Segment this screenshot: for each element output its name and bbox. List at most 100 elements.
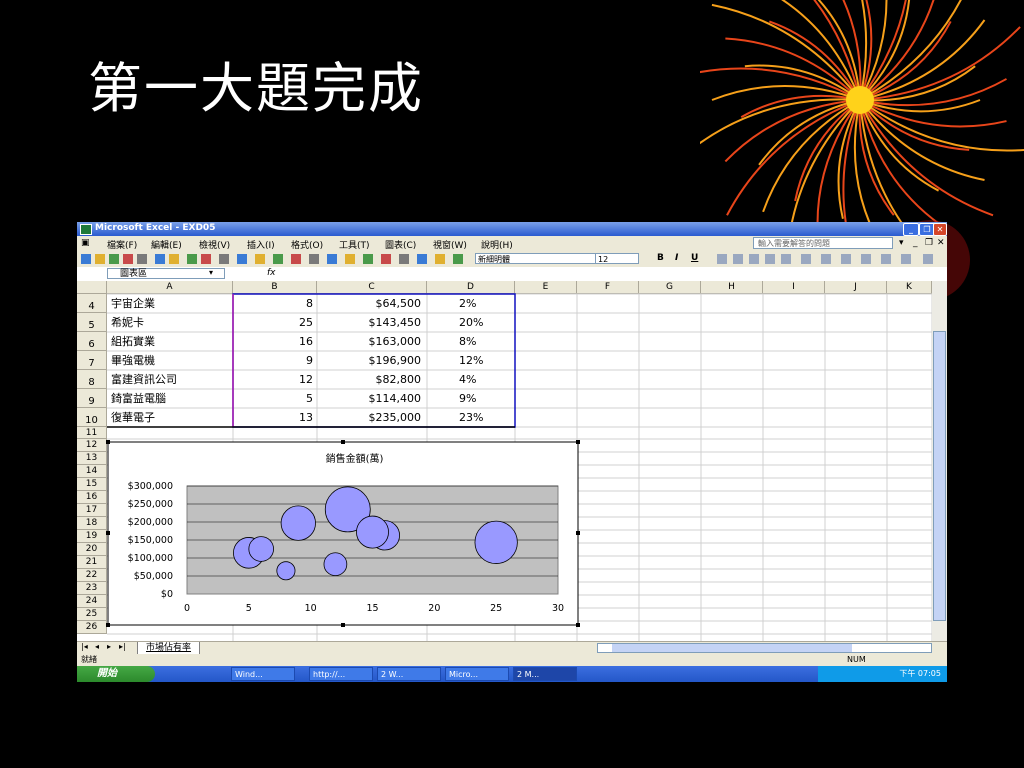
toolbar-icon[interactable] [309, 254, 319, 264]
toolbar-format-icon[interactable] [841, 254, 851, 264]
menu-view[interactable]: 檢視(V) [199, 238, 230, 251]
toolbar-format-icon[interactable] [861, 254, 871, 264]
chart-area: 銷售金額(萬) $300,000 $250,000 $200,000 $150,000 $… [106, 440, 580, 627]
worksheet-grid[interactable]: A B C D E F G H I J K 4 5 6 7 8 9 10 11 … [77, 281, 932, 641]
taskbar-item-active[interactable]: 2 M... [513, 667, 577, 681]
x-tick-label: 20 [428, 603, 440, 614]
y-tick-label: $100,000 [128, 553, 173, 564]
menu-insert[interactable]: 插入(I) [247, 238, 275, 251]
sheet-nav-last-icon[interactable]: ▸| [119, 642, 126, 651]
toolbar-icon[interactable] [109, 254, 119, 264]
menu-chart[interactable]: 圖表(C) [385, 238, 416, 251]
title-bar: Microsoft Excel - EXD05 _ ❐ ✕ [77, 222, 947, 236]
toolbar-icon[interactable] [399, 254, 409, 264]
status-ready: 就緒 [81, 655, 97, 664]
toolbar-icon[interactable] [95, 254, 105, 264]
start-button[interactable]: 開始 [77, 666, 155, 682]
toolbar-format-icon[interactable] [749, 254, 759, 264]
toolbar-format-icon[interactable] [717, 254, 727, 264]
menu-file[interactable]: 檔案(F) [107, 238, 137, 251]
chart-handle [576, 531, 580, 535]
toolbar-icon[interactable] [137, 254, 147, 264]
bubble-point [323, 552, 348, 577]
horizontal-scrollbar-thumb[interactable] [612, 644, 852, 652]
bold-button[interactable]: B [657, 253, 664, 263]
toolbar-icon[interactable] [327, 254, 337, 264]
name-box-dropdown-icon[interactable]: ▾ [209, 268, 213, 277]
sheet-nav-first-icon[interactable]: |◂ [81, 642, 88, 651]
chart-handle [576, 440, 580, 444]
menu-bar: ▣ 檔案(F) 編輯(E) 檢視(V) 插入(I) 格式(O) 工具(T) 圖表… [77, 236, 947, 251]
toolbar-icon[interactable] [187, 254, 197, 264]
bubble-point [280, 505, 316, 541]
doc-minimize-icon[interactable]: _ [913, 238, 918, 248]
toolbar-format-icon[interactable] [923, 254, 933, 264]
taskbar-item[interactable]: Wind... [231, 667, 295, 681]
horizontal-scrollbar[interactable] [597, 643, 932, 653]
toolbar-icon[interactable] [363, 254, 373, 264]
toolbar-icon[interactable] [237, 254, 247, 264]
close-button[interactable]: ✕ [933, 223, 947, 236]
chart-handle [576, 623, 580, 627]
scrollbar-thumb[interactable] [933, 331, 946, 621]
italic-button[interactable]: I [675, 253, 678, 263]
name-box[interactable]: 圖表區 [107, 268, 225, 279]
menu-tools[interactable]: 工具(T) [339, 238, 370, 251]
taskbar-item[interactable]: 2 W... [377, 667, 441, 681]
y-tick-label: $250,000 [128, 499, 173, 510]
toolbar-format-icon[interactable] [801, 254, 811, 264]
toolbar-icon[interactable] [417, 254, 427, 264]
chart-handle [106, 623, 110, 627]
system-tray-clock[interactable]: 下午 07:05 [818, 666, 947, 682]
toolbar-icon[interactable] [201, 254, 211, 264]
toolbar-icon[interactable] [381, 254, 391, 264]
y-tick-label: $50,000 [134, 571, 173, 582]
menu-edit[interactable]: 編輯(E) [151, 238, 182, 251]
x-tick-label: 15 [366, 603, 378, 614]
taskbar-item[interactable]: http://... [309, 667, 373, 681]
toolbar: 新細明體 12 B I U [77, 251, 947, 268]
toolbar-format-icon[interactable] [821, 254, 831, 264]
toolbar-format-icon[interactable] [881, 254, 891, 264]
toolbar-icon[interactable] [273, 254, 283, 264]
toolbar-icon[interactable] [453, 254, 463, 264]
doc-restore-icon[interactable]: ❐ [925, 238, 933, 248]
toolbar-format-icon[interactable] [765, 254, 775, 264]
doc-close-icon[interactable]: ✕ [937, 238, 945, 248]
toolbar-icon[interactable] [155, 254, 165, 264]
toolbar-format-icon[interactable] [901, 254, 911, 264]
menu-help[interactable]: 說明(H) [481, 238, 513, 251]
x-tick-label: 5 [246, 603, 252, 614]
sheet-nav-next-icon[interactable]: ▸ [107, 642, 111, 651]
firework-ray [859, 0, 935, 101]
toolbar-icon[interactable] [123, 254, 133, 264]
toolbar-icon[interactable] [169, 254, 179, 264]
menu-window[interactable]: 視窗(W) [433, 238, 467, 251]
help-dropdown-icon[interactable]: ▾ [899, 238, 904, 248]
vertical-scrollbar[interactable] [932, 281, 947, 641]
bubble-point [474, 520, 518, 564]
font-size-select[interactable]: 12 [595, 253, 639, 264]
toolbar-format-icon[interactable] [781, 254, 791, 264]
fx-icon[interactable]: fx [267, 268, 276, 278]
sheet-nav-prev-icon[interactable]: ◂ [95, 642, 99, 651]
toolbar-icon[interactable] [345, 254, 355, 264]
table-border [232, 293, 516, 428]
bubble-point [248, 536, 274, 562]
taskbar-item[interactable]: Micro... [445, 667, 509, 681]
toolbar-icon[interactable] [291, 254, 301, 264]
font-name-select[interactable]: 新細明體 [475, 253, 599, 264]
underline-button[interactable]: U [691, 253, 698, 263]
help-search-input[interactable]: 輸入需要解答的問題 [753, 237, 893, 249]
slide-title: 第一大題完成 [88, 57, 424, 120]
toolbar-icon[interactable] [255, 254, 265, 264]
toolbar-icon[interactable] [435, 254, 445, 264]
y-tick-label: $300,000 [128, 481, 173, 492]
minimize-button[interactable]: _ [903, 223, 919, 236]
menu-format[interactable]: 格式(O) [291, 238, 323, 251]
y-tick-label: $200,000 [128, 517, 173, 528]
toolbar-icon[interactable] [81, 254, 91, 264]
toolbar-format-icon[interactable] [733, 254, 743, 264]
toolbar-icon[interactable] [219, 254, 229, 264]
x-tick-label: 0 [184, 603, 190, 614]
